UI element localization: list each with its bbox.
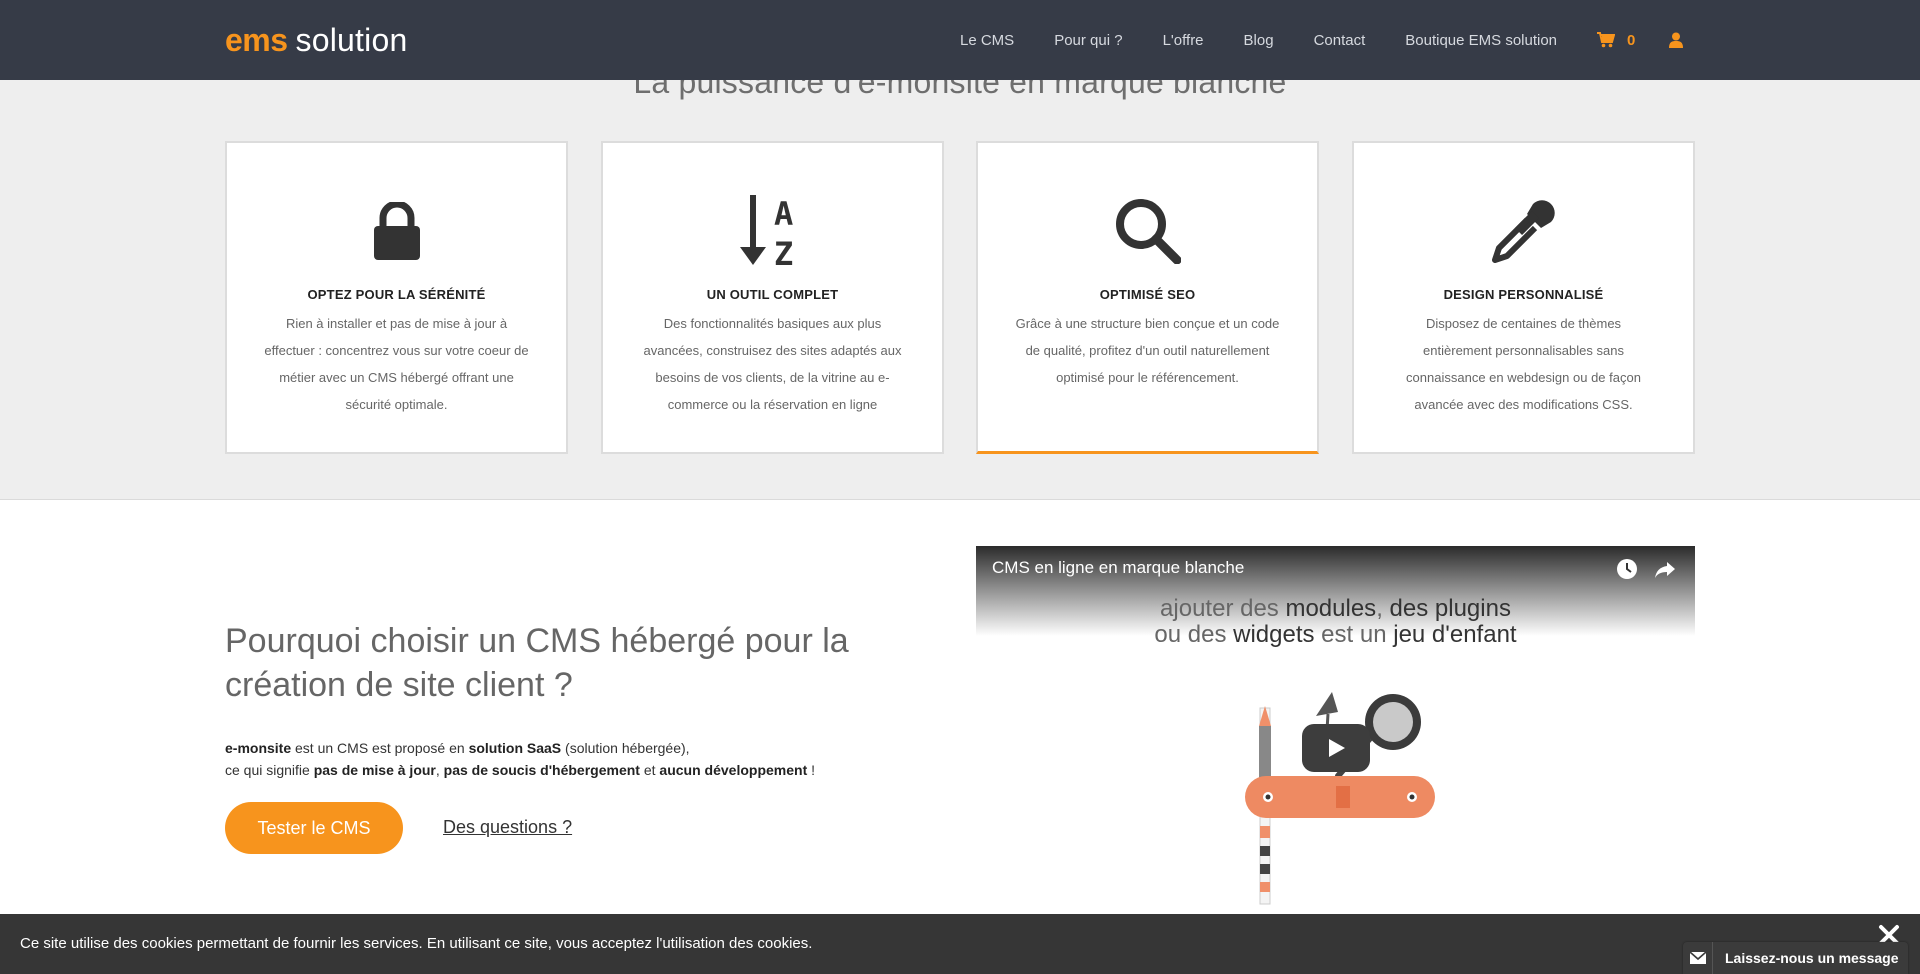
lock-icon xyxy=(227,193,566,269)
why-title: Pourquoi choisir un CMS hébergé pour la … xyxy=(225,622,849,704)
caption-part: ajouter des xyxy=(1160,595,1286,622)
watch-later-icon[interactable] xyxy=(1616,558,1638,580)
leave-message-button[interactable]: Laissez-nous un message xyxy=(1683,942,1908,974)
logo-brand: ems xyxy=(225,22,288,58)
feature-title: OPTEZ POUR LA SÉRÉNITÉ xyxy=(307,287,486,302)
caption-part: widgets xyxy=(1233,621,1315,648)
nav-le-cms[interactable]: Le CMS xyxy=(960,32,1014,49)
feature-title: OPTIMISÉ SEO xyxy=(1099,287,1196,302)
feature-text: Disposez de centaines de thèmes entièrem… xyxy=(1406,316,1641,412)
cookie-text: Ce site utilise des cookies permettant d… xyxy=(20,935,813,952)
brand-strong: e-monsite xyxy=(225,740,292,756)
logo-suffix: solution xyxy=(295,22,408,58)
why-text: e-monsite est un CMS est proposé en solu… xyxy=(225,737,945,781)
user-icon xyxy=(1669,32,1684,48)
text-span: ce qui signifie xyxy=(225,762,314,778)
main-nav: Le CMS Pour qui ? L'offre Blog Contact B… xyxy=(960,0,1684,80)
caption-part: des plugins xyxy=(1389,595,1511,622)
test-cms-button[interactable]: Tester le CMS xyxy=(225,802,403,854)
why-line-2: ce qui signifie pas de mise à jour, pas … xyxy=(225,759,945,781)
cart-icon xyxy=(1597,32,1616,48)
play-icon xyxy=(1329,739,1345,757)
no-dev-strong: aucun développement xyxy=(659,762,808,778)
search-icon xyxy=(978,193,1317,269)
caption-part: est un xyxy=(1314,621,1394,648)
why-line-1: e-monsite est un CMS est proposé en solu… xyxy=(225,737,945,759)
text-span: (solution hébergée), xyxy=(561,740,690,756)
feature-text: Grâce à une structure bien conçue et un … xyxy=(1015,316,1280,385)
play-button[interactable] xyxy=(1302,724,1370,772)
nav-boutique[interactable]: Boutique EMS solution xyxy=(1405,32,1557,49)
feature-text: Rien à installer et pas de mise à jour à… xyxy=(264,316,529,412)
cart-count: 0 xyxy=(1627,31,1636,49)
nav-offre[interactable]: L'offre xyxy=(1163,32,1204,49)
text-span: est un CMS est proposé en xyxy=(291,740,469,756)
caption-part: modules xyxy=(1285,595,1377,622)
caption-part: ou des xyxy=(1154,621,1234,648)
text-span: et xyxy=(639,762,660,778)
account-button[interactable] xyxy=(1669,32,1684,48)
envelope-icon xyxy=(1683,942,1713,974)
feature-card-seo[interactable]: OPTIMISÉ SEO Grâce à une structure bien … xyxy=(976,141,1319,454)
eyedropper-icon xyxy=(1354,193,1693,269)
text-span: ! xyxy=(807,762,816,778)
svg-text:Z: Z xyxy=(774,235,793,267)
cart-button[interactable]: 0 xyxy=(1597,32,1635,49)
saas-strong: solution SaaS xyxy=(468,740,562,756)
caption-line-1: ajouter des modules, des plugins xyxy=(976,596,1695,622)
nav-contact[interactable]: Contact xyxy=(1314,32,1366,49)
caption-part: , xyxy=(1376,595,1390,622)
video-embed[interactable]: CMS en ligne en marque blanche ajouter d… xyxy=(976,546,1695,913)
site-logo[interactable]: ems solution xyxy=(225,22,407,58)
nav-blog[interactable]: Blog xyxy=(1244,32,1274,49)
features-section: La puissance d'e-monsite en marque blanc… xyxy=(0,64,1920,500)
questions-link[interactable]: Des questions ? xyxy=(443,817,572,838)
video-caption: ajouter des modules, des plugins ou des … xyxy=(976,596,1695,648)
site-header: ems solution Le CMS Pour qui ? L'offre B… xyxy=(0,0,1920,80)
video-title[interactable]: CMS en ligne en marque blanche xyxy=(992,558,1244,578)
feature-card-serenite[interactable]: OPTEZ POUR LA SÉRÉNITÉ Rien à installer … xyxy=(225,141,568,454)
feature-title: DESIGN PERSONNALISÉ xyxy=(1443,287,1604,302)
text-span: , xyxy=(435,762,444,778)
feature-card-outil[interactable]: A Z UN OUTIL COMPLET Des fonctionnalités… xyxy=(601,141,944,454)
feature-card-design[interactable]: DESIGN PERSONNALISÉ Disposez de centaine… xyxy=(1352,141,1695,454)
leave-message-label: Laissez-nous un message xyxy=(1725,950,1899,966)
caption-line-2: ou des widgets est un jeu d'enfant xyxy=(976,622,1695,648)
no-hosting-strong: pas de soucis d'hébergement xyxy=(443,762,640,778)
feature-text: Des fonctionnalités basiques aux plus av… xyxy=(643,316,902,412)
svg-text:A: A xyxy=(774,195,793,233)
share-icon[interactable] xyxy=(1654,558,1676,580)
caption-part: jeu d'enfant xyxy=(1393,621,1517,648)
cookie-banner: Ce site utilise des cookies permettant d… xyxy=(0,914,1920,974)
nav-pour-qui[interactable]: Pour qui ? xyxy=(1054,32,1122,49)
no-update-strong: pas de mise à jour xyxy=(313,762,436,778)
sort-alpha-icon: A Z xyxy=(603,193,942,269)
feature-title: UN OUTIL COMPLET xyxy=(706,287,839,302)
